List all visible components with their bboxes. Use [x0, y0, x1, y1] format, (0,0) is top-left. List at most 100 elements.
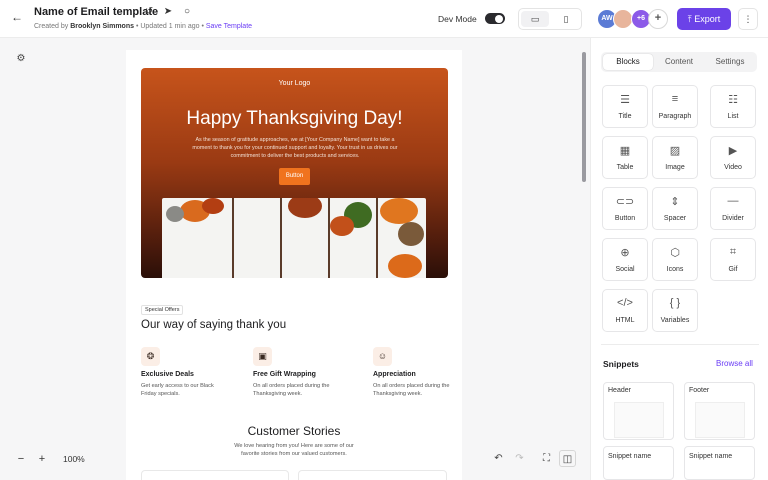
snippets-title: Snippets [603, 359, 639, 369]
customer-stories-title: Customer Stories [247, 424, 341, 438]
feature-title: Free Gift Wrapping [253, 371, 316, 378]
photo-plank [280, 198, 282, 278]
trophy-icon: ❂ [141, 347, 160, 366]
feature-text: Get early access to our Black Friday spe… [141, 383, 214, 398]
block-html[interactable]: </> HTML [602, 289, 648, 332]
video-icon: ▶ [728, 145, 738, 157]
paragraph-icon: ≡ [671, 93, 679, 105]
right-panel: Blocks Content Settings ☰ Title ≡ Paragraph… [590, 38, 768, 480]
block-title[interactable]: ☰ Title [602, 85, 648, 128]
avatar[interactable] [613, 9, 633, 29]
icons-icon: ⬡ [670, 247, 680, 259]
block-label: Spacer [663, 215, 687, 222]
browse-all-link[interactable]: Browse all [716, 359, 753, 368]
block-label: List [727, 113, 739, 120]
block-label: Title [618, 113, 632, 120]
export-label: Export [694, 14, 721, 24]
leaf-shape [330, 216, 354, 236]
snippet-label: Footer [689, 387, 710, 394]
dev-mode-toggle[interactable] [485, 13, 505, 24]
list-icon: ☷ [728, 94, 738, 106]
block-label: Gif [728, 266, 738, 273]
logo-text: Your Logo [278, 80, 311, 87]
zoom-out-icon[interactable]: − [14, 452, 28, 466]
add-collaborator-icon[interactable]: + [648, 9, 668, 29]
block-table[interactable]: ▦ Table [602, 136, 648, 179]
save-template-link[interactable]: Save Template [206, 23, 252, 30]
send-icon[interactable]: ➤ [162, 6, 174, 18]
toggle-panel-icon[interactable]: ◫ [559, 450, 576, 467]
photo-plank [328, 198, 330, 278]
comment-icon[interactable]: ○ [181, 6, 193, 18]
zoom-in-icon[interactable]: + [35, 452, 49, 466]
mobile-icon[interactable]: ▯ [552, 11, 580, 27]
snippet-label: Snippet name [608, 453, 652, 460]
snippet-item[interactable]: Snippet name [684, 446, 755, 480]
block-social[interactable]: ⊕ Social [602, 238, 648, 281]
snippet-preview [614, 402, 664, 438]
feature-title: Appreciation [373, 371, 416, 378]
more-options-icon[interactable]: ⋮ [738, 8, 758, 30]
block-gif[interactable]: ⌗ Gif [710, 238, 756, 281]
pumpkin-shape [166, 206, 184, 222]
redo-icon[interactable]: ↷ [511, 450, 528, 467]
template-title[interactable]: Name of Email template [34, 6, 158, 18]
image-icon: ▨ [669, 145, 681, 157]
block-label: Divider [722, 215, 744, 222]
gear-icon[interactable]: ⚙ [14, 52, 28, 66]
top-bar: ← Name of Email template ↺ ➤ ○ Created b… [0, 0, 768, 38]
block-image[interactable]: ▨ Image [652, 136, 698, 179]
export-button[interactable]: ⤒ Export [677, 8, 731, 30]
hero-photo [162, 198, 426, 278]
leaf-shape [288, 198, 322, 218]
block-label: Button [614, 215, 636, 222]
block-label: Video [724, 164, 742, 171]
divider-icon: — [727, 195, 739, 207]
hero-block[interactable]: Your Logo Happy Thanksgiving Day! As the… [141, 68, 448, 278]
block-label: Variables [660, 317, 690, 324]
tab-blocks[interactable]: Blocks [603, 54, 653, 70]
desktop-icon[interactable]: ▭ [521, 11, 549, 27]
block-icons[interactable]: ⬡ Icons [652, 238, 698, 281]
zoom-level[interactable]: 100% [63, 454, 85, 464]
story-card[interactable] [298, 470, 447, 480]
history-icon[interactable]: ↺ [143, 6, 155, 18]
snippet-preview [695, 402, 745, 438]
gift-icon: ▣ [253, 347, 272, 366]
divider [601, 344, 759, 345]
panel-tabs: Blocks Content Settings [601, 52, 757, 72]
block-video[interactable]: ▶ Video [710, 136, 756, 179]
table-icon: ▦ [619, 145, 631, 157]
back-arrow-icon[interactable]: ← [8, 8, 26, 26]
dev-mode-label: Dev Mode [438, 14, 477, 24]
snippet-footer[interactable]: Footer [684, 382, 755, 440]
export-icon: ⤒ [687, 14, 692, 24]
block-variables[interactable]: { } Variables [652, 289, 698, 332]
block-paragraph[interactable]: ≡ Paragraph [652, 85, 698, 128]
title-icon: ☰ [620, 94, 630, 106]
block-label: Icons [666, 266, 684, 273]
photo-plank [232, 198, 234, 278]
block-divider[interactable]: — Divider [710, 187, 756, 230]
block-label: Social [615, 266, 635, 273]
block-label: Image [665, 164, 685, 171]
fullscreen-icon[interactable]: ⛶ [538, 450, 555, 467]
gif-icon: ⌗ [729, 246, 737, 258]
hero-title: Happy Thanksgiving Day! [186, 108, 403, 129]
undo-icon[interactable]: ↶ [490, 450, 507, 467]
snippet-item[interactable]: Snippet name [603, 446, 674, 480]
snippet-header[interactable]: Header [603, 382, 674, 440]
block-label: Table [616, 164, 634, 171]
block-button[interactable]: ⊂⊃ Button [602, 187, 648, 230]
tab-settings[interactable]: Settings [705, 54, 755, 70]
pumpkin-shape [380, 198, 418, 224]
spacer-icon: ⇕ [670, 196, 680, 208]
canvas-scrollbar[interactable] [582, 52, 586, 182]
story-card[interactable] [141, 470, 289, 480]
block-list[interactable]: ☷ List [710, 85, 756, 128]
feature-text: On all orders placed during the Thanksgi… [253, 383, 330, 398]
block-spacer[interactable]: ⇕ Spacer [652, 187, 698, 230]
snippet-label: Snippet name [689, 453, 733, 460]
hero-button[interactable]: Button [279, 168, 310, 185]
tab-content[interactable]: Content [654, 54, 704, 70]
